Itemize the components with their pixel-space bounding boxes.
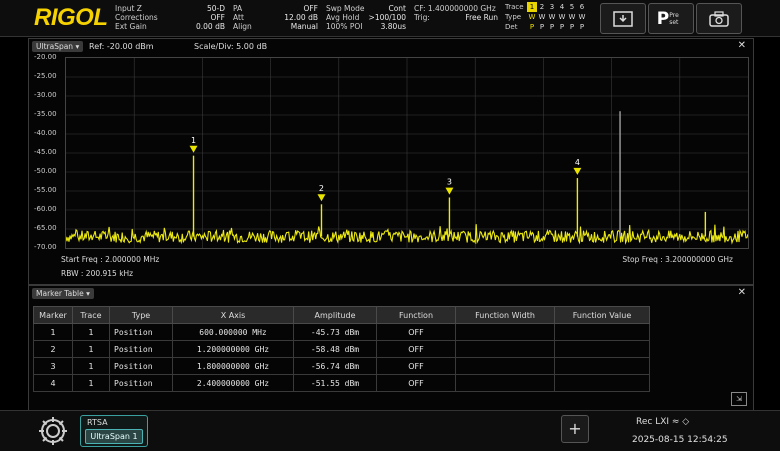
table-header[interactable]: Function	[376, 306, 456, 324]
table-header[interactable]: Marker	[33, 306, 73, 324]
table-cell	[455, 323, 555, 341]
y-tick-label: -45.00	[34, 148, 57, 156]
table-cell: -56.74 dBm	[293, 357, 377, 375]
spectrum-close-icon[interactable]: ✕	[738, 40, 746, 51]
camera-icon	[709, 10, 729, 27]
table-cell: -45.73 dBm	[293, 323, 377, 341]
table-cell: Position	[109, 357, 173, 375]
table-header[interactable]: Trace	[72, 306, 110, 324]
table-cell: 1.800000000 GHz	[172, 357, 294, 375]
table-header[interactable]: Type	[109, 306, 173, 324]
trace-settings[interactable]: Trace 123456 Type WWWWWW Det PPPPPP	[505, 2, 597, 34]
status-col-cf: CF: 1.400000000 GHz Trig: Free Run	[414, 4, 498, 22]
status-col-atten: PA OFF Att 12.00 dB Align Manual	[233, 4, 318, 31]
table-cell	[554, 374, 650, 392]
table-cell: 1	[72, 374, 110, 392]
table-row[interactable]: 1 1 Position 600.000000 MHz -45.73 dBm OFF	[33, 323, 650, 341]
spectrum-panel: UltraSpan ▾ Ref: -20.00 dBm Scale/Div: 5…	[28, 38, 754, 285]
spectrum-plot[interactable]: 1 2 3 4	[65, 57, 749, 249]
table-row[interactable]: 2 1 Position 1.200000000 GHz -58.48 dBm OFF	[33, 340, 650, 358]
ref-level: Ref: -20.00 dBm	[89, 42, 154, 51]
table-cell: 1	[72, 357, 110, 375]
status-bar: RIGOL Input Z 50-D Corrections OFF Ext Gai…	[0, 0, 780, 37]
marker-label: 2	[319, 184, 324, 193]
table-row[interactable]: 4 1 Position 2.400000000 GHz -51.55 dBm OFF	[33, 374, 650, 392]
brand-logo: RIGOL	[34, 4, 108, 31]
table-header[interactable]: Function Width	[455, 306, 555, 324]
table-cell: -51.55 dBm	[293, 374, 377, 392]
table-cell: 2.400000000 GHz	[172, 374, 294, 392]
spectrum-tab[interactable]: UltraSpan ▾	[32, 41, 84, 52]
spectrum-header: UltraSpan ▾ Ref: -20.00 dBm Scale/Div: 5…	[29, 39, 753, 55]
table-cell: OFF	[376, 357, 456, 375]
y-tick-label: -35.00	[34, 110, 57, 118]
marker-table: Marker Trace Type X Axis Amplitude Function Fu…	[33, 306, 650, 392]
status-icons: Rec LXI ≈ ◇	[636, 417, 690, 427]
y-tick-label: -70.00	[34, 243, 57, 251]
mode-selector[interactable]: RTSA UltraSpan 1	[80, 415, 148, 447]
status-col-input: Input Z 50-D Corrections OFF Ext Gain 0.00 …	[115, 4, 225, 31]
rbw: RBW : 200.915 kHz	[61, 269, 134, 278]
bottom-bar: RTSA UltraSpan 1 + Rec LXI ≈ ◇ 2025-08-1…	[0, 410, 780, 451]
table-cell: 3	[33, 357, 73, 375]
marker-label: 1	[191, 136, 196, 145]
table-cell	[455, 340, 555, 358]
table-cell: 4	[33, 374, 73, 392]
table-cell	[554, 357, 650, 375]
marker-triangle[interactable]	[573, 167, 582, 175]
table-cell: 1	[72, 340, 110, 358]
y-tick-label: -50.00	[34, 167, 57, 175]
status-col-sweep: Swp Mode Cont Avg Hold >100/100 100% POI 3.…	[326, 4, 406, 31]
table-header[interactable]: X Axis	[172, 306, 294, 324]
y-tick-label: -20.00	[34, 53, 57, 61]
measure-tab[interactable]: UltraSpan 1	[85, 429, 143, 444]
preset-icon: P	[656, 8, 670, 29]
table-cell: -58.48 dBm	[293, 340, 377, 358]
table-cell: OFF	[376, 340, 456, 358]
datetime: 2025-08-15 12:54:25	[632, 435, 728, 445]
table-cell: OFF	[376, 323, 456, 341]
y-tick-label: -60.00	[34, 205, 57, 213]
menu-gear-icon[interactable]	[34, 413, 72, 449]
add-measure-button[interactable]: +	[561, 415, 589, 443]
table-header[interactable]: Amplitude	[293, 306, 377, 324]
marker-triangle[interactable]	[189, 145, 198, 153]
table-cell: Position	[109, 374, 173, 392]
scale-div: Scale/Div: 5.00 dB	[194, 42, 268, 51]
table-cell: OFF	[376, 374, 456, 392]
marker-table-panel: Marker Table ▾ ✕ Marker Trace Type X Axis Am…	[28, 285, 754, 411]
table-cell: 1	[72, 323, 110, 341]
y-tick-label: -65.00	[34, 224, 57, 232]
marker-table-tab[interactable]: Marker Table ▾	[32, 288, 94, 299]
marker-table-close-icon[interactable]: ✕	[738, 287, 746, 298]
stop-freq: Stop Freq : 3.200000000 GHz	[622, 255, 733, 264]
save-screen-icon	[613, 10, 633, 27]
camera-button[interactable]	[696, 3, 742, 34]
screenshot-button[interactable]	[600, 3, 646, 34]
y-tick-label: -55.00	[34, 186, 57, 194]
table-cell: Position	[109, 323, 173, 341]
table-cell: 1.200000000 GHz	[172, 340, 294, 358]
table-cell	[554, 340, 650, 358]
table-cell	[554, 323, 650, 341]
table-cell: 2	[33, 340, 73, 358]
start-freq: Start Freq : 2.000000 MHz	[61, 255, 160, 264]
y-tick-label: -25.00	[34, 72, 57, 80]
table-header[interactable]: Function Value	[554, 306, 650, 324]
preset-button[interactable]: P Pre set	[648, 3, 694, 34]
table-row[interactable]: 3 1 Position 1.800000000 GHz -56.74 dBm OFF	[33, 357, 650, 375]
marker-triangle[interactable]	[317, 194, 326, 202]
table-cell: Position	[109, 340, 173, 358]
marker-label: 3	[447, 178, 452, 187]
table-cell: 600.000000 MHz	[172, 323, 294, 341]
table-cell	[455, 357, 555, 375]
y-tick-label: -30.00	[34, 91, 57, 99]
table-cell	[455, 374, 555, 392]
table-cell: 1	[33, 323, 73, 341]
export-table-icon[interactable]: ⇲	[731, 392, 747, 406]
y-tick-label: -40.00	[34, 129, 57, 137]
marker-label: 4	[575, 158, 580, 167]
mode-label: RTSA	[87, 418, 108, 427]
